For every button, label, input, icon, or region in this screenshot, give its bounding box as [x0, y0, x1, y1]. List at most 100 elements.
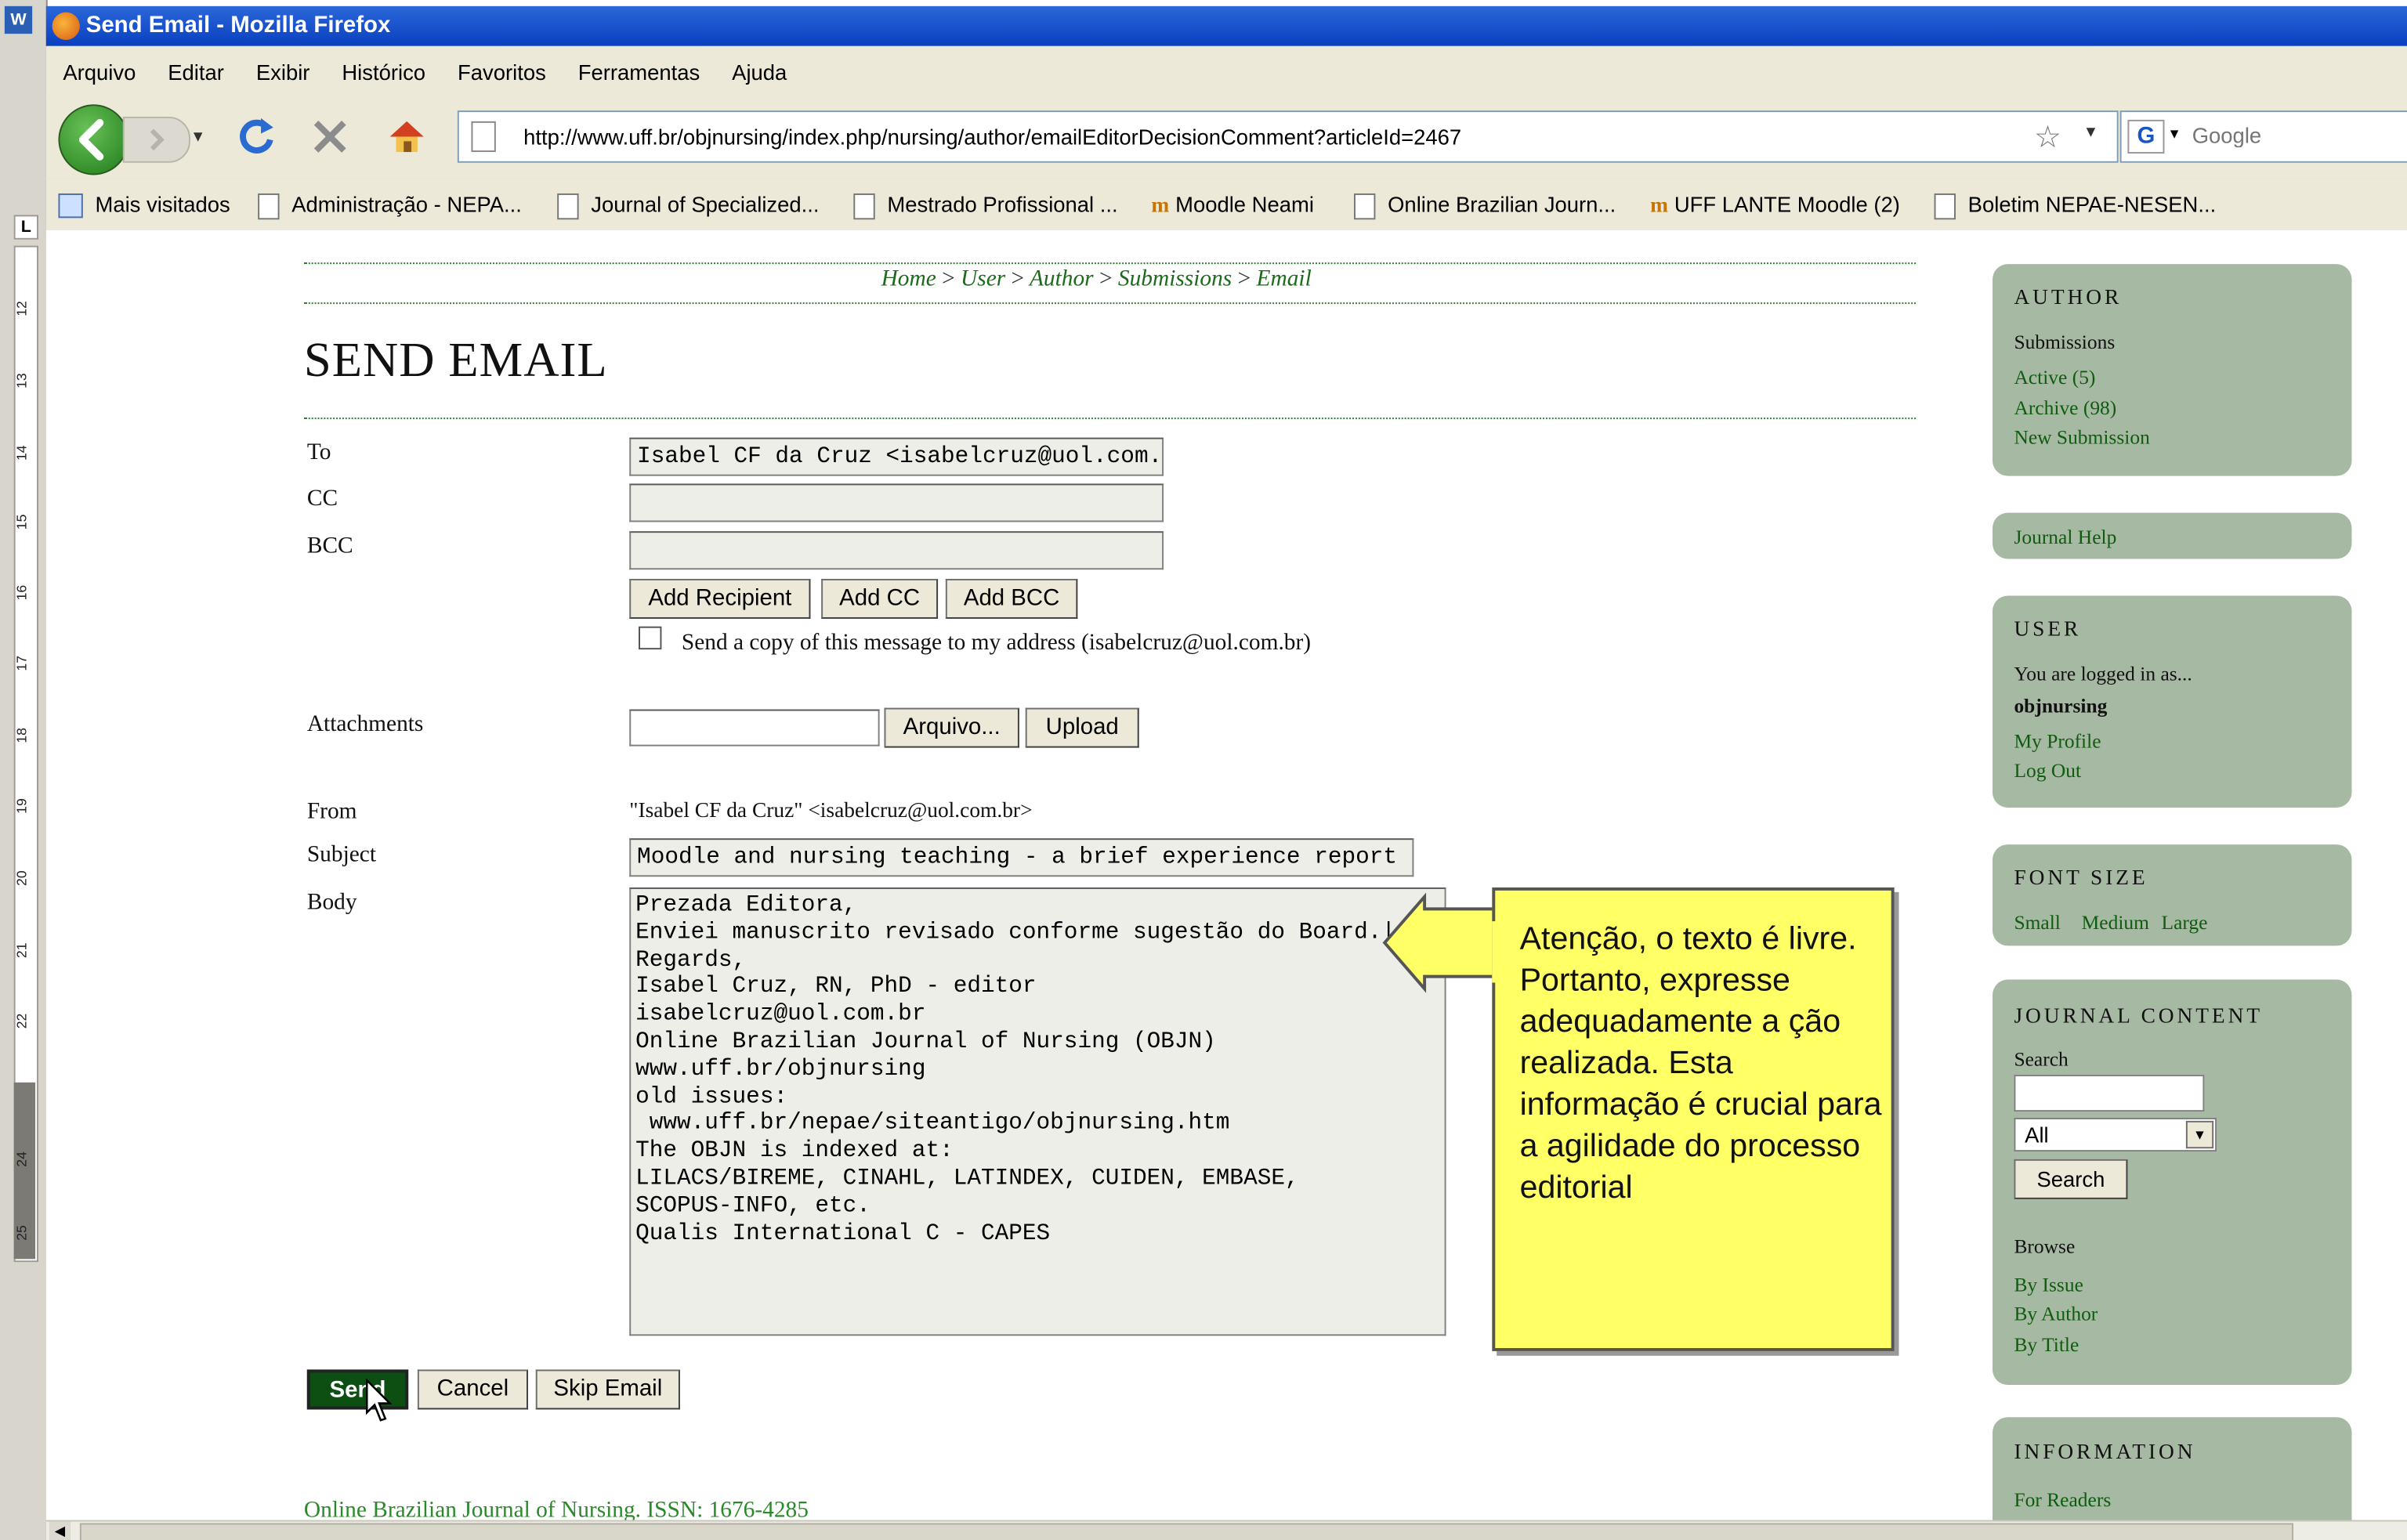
font-size-large[interactable]: Large — [2162, 910, 2208, 934]
reload-icon — [240, 117, 273, 154]
menu-favoritos[interactable]: Favoritos — [458, 60, 546, 84]
cancel-button[interactable]: Cancel — [417, 1369, 528, 1410]
tab-stop-icon[interactable]: L — [13, 215, 38, 240]
subject-field[interactable]: Moodle and nursing teaching - a brief ex… — [629, 838, 1414, 877]
breadcrumb-author[interactable]: Author — [1030, 267, 1094, 291]
from-label: From — [306, 800, 357, 825]
sidebar-heading: JOURNAL CONTENT — [2014, 1005, 2264, 1029]
sidebar-link-my-profile[interactable]: My Profile — [2014, 729, 2101, 754]
callout-text: Atenção, o texto é livre. Portanto, expr… — [1519, 921, 1882, 1206]
page-icon — [471, 121, 496, 153]
scroll-left-icon[interactable]: ◀ — [49, 1521, 71, 1540]
chevron-down-icon[interactable]: ▼ — [2185, 1120, 2214, 1149]
sidebar-search-scope-select[interactable]: All ▼ — [2014, 1117, 2217, 1152]
sidebar-search-label: Search — [2014, 1047, 2069, 1071]
search-engine-dropdown-icon[interactable]: ▼ — [2167, 126, 2181, 142]
sidebar-submissions-label: Submissions — [2014, 330, 2116, 353]
breadcrumb-separator: > — [1237, 267, 1251, 292]
bookmark-item[interactable]: Journal of Specialized... — [557, 192, 820, 219]
bookmark-star-icon[interactable]: ☆ — [2034, 118, 2061, 157]
menu-editar[interactable]: Editar — [168, 60, 224, 84]
ruler-label: 20 — [13, 870, 30, 886]
sidebar-link-active[interactable]: Active (5) — [2014, 366, 2095, 390]
reload-button[interactable] — [233, 114, 280, 160]
horizontal-scrollbar[interactable]: ◀ — [45, 1520, 2407, 1540]
forward-button[interactable] — [122, 116, 190, 163]
sidebar-link-log-out[interactable]: Log Out — [2014, 758, 2081, 783]
menu-arquivo[interactable]: Arquivo — [63, 60, 136, 84]
ruler-label: 18 — [13, 728, 30, 743]
home-icon — [389, 121, 424, 153]
google-icon[interactable]: G — [2127, 119, 2165, 154]
address-bar[interactable]: http://www.uff.br/objnursing/index.php/n… — [457, 110, 2119, 163]
ruler-label: 13 — [13, 373, 30, 389]
sidebar-link-for-readers[interactable]: For Readers — [2014, 1488, 2111, 1512]
bookmark-item[interactable]: Mestrado Profissional ... — [853, 192, 1118, 219]
bookmark-most-visited[interactable]: Mais visitados — [58, 192, 230, 219]
menu-ajuda[interactable]: Ajuda — [732, 60, 787, 84]
ruler-label: 14 — [13, 445, 30, 461]
font-size-small[interactable]: Small — [2014, 910, 2060, 934]
annotation-callout: Atenção, o texto é livre. Portanto, expr… — [1492, 887, 1895, 1351]
sidebar-username: objnursing — [2014, 693, 2108, 718]
footer-journal-link[interactable]: Online Brazilian Journal of Nursing. ISS… — [304, 1498, 809, 1520]
upload-button[interactable]: Upload — [1025, 707, 1139, 748]
sidebar-link-by-title[interactable]: By Title — [2014, 1332, 2079, 1357]
sidebar-search-button[interactable]: Search — [2014, 1159, 2128, 1199]
cc-label: CC — [306, 486, 338, 512]
stop-icon — [313, 121, 346, 153]
page-icon — [853, 193, 875, 219]
add-cc-button[interactable]: Add CC — [821, 578, 939, 619]
ruler-label: 19 — [13, 798, 30, 814]
back-button[interactable] — [58, 104, 129, 175]
breadcrumb-home[interactable]: Home — [881, 267, 936, 291]
send-copy-checkbox[interactable] — [639, 626, 662, 650]
attachments-label: Attachments — [306, 712, 424, 737]
menu-bar: Arquivo Editar Exibir Histórico Favorito… — [45, 45, 2407, 100]
cc-field[interactable] — [629, 483, 1164, 522]
bookmark-item[interactable]: Boletim NEPAE-NESEN... — [1934, 192, 2216, 219]
divider — [303, 418, 1917, 420]
breadcrumb-separator: > — [942, 267, 955, 292]
to-field[interactable]: Isabel CF da Cruz <isabelcruz@uol.com.br… — [629, 437, 1164, 476]
scrollbar-thumb[interactable] — [79, 1523, 2294, 1540]
history-dropdown-icon[interactable]: ▼ — [190, 129, 206, 146]
breadcrumb-user[interactable]: User — [961, 267, 1005, 291]
ruler-label: 22 — [13, 1013, 30, 1029]
menu-exibir[interactable]: Exibir — [256, 60, 310, 84]
sidebar-search-input[interactable] — [2014, 1075, 2205, 1112]
sidebar-link-journal-help[interactable]: Journal Help — [2014, 525, 2116, 549]
sidebar-link-by-issue[interactable]: By Issue — [2014, 1273, 2083, 1297]
sidebar-link-archive[interactable]: Archive (98) — [2014, 396, 2116, 421]
bookmark-item[interactable]: Online Brazilian Journ... — [1354, 192, 1616, 219]
bookmark-moodle-neami[interactable]: m Moodle Neami — [1151, 192, 1314, 219]
add-recipient-button[interactable]: Add Recipient — [629, 578, 811, 619]
attachment-file-input[interactable] — [629, 709, 880, 747]
breadcrumb-submissions[interactable]: Submissions — [1118, 267, 1232, 291]
stop-button[interactable] — [307, 114, 353, 160]
bcc-field[interactable] — [629, 531, 1164, 570]
menu-ferramentas[interactable]: Ferramentas — [578, 60, 700, 84]
menu-historico[interactable]: Histórico — [342, 60, 425, 84]
body-textarea[interactable]: Prezada Editora, Enviei manuscrito revis… — [629, 887, 1446, 1336]
bookmark-item[interactable]: Administração - NEPA... — [258, 192, 522, 219]
to-label: To — [306, 440, 331, 465]
browse-file-button[interactable]: Arquivo... — [884, 707, 1019, 748]
search-input[interactable] — [2188, 121, 2407, 150]
word-app-icon: W — [4, 5, 33, 34]
font-size-medium[interactable]: Medium — [2082, 910, 2149, 934]
search-bar[interactable]: G ▼ — [2119, 110, 2407, 163]
url-text[interactable]: http://www.uff.br/objnursing/index.php/n… — [523, 125, 1461, 149]
bookmark-uff-lante[interactable]: m UFF LANTE Moodle (2) — [1650, 192, 1900, 219]
skip-email-button[interactable]: Skip Email — [535, 1369, 680, 1410]
url-dropdown-icon[interactable]: ▼ — [2083, 125, 2098, 142]
home-button[interactable] — [384, 114, 430, 160]
sidebar-link-new-submission[interactable]: New Submission — [2014, 425, 2149, 450]
page-icon — [258, 193, 280, 219]
bookmarks-toolbar: Mais visitados Administração - NEPA... J… — [45, 178, 2407, 232]
add-bcc-button[interactable]: Add BCC — [945, 578, 1078, 619]
sidebar-link-by-author[interactable]: By Author — [2014, 1302, 2098, 1326]
breadcrumb-email[interactable]: Email — [1257, 267, 1312, 291]
ruler-label: 24 — [13, 1151, 30, 1167]
ruler-label: 17 — [13, 655, 30, 671]
